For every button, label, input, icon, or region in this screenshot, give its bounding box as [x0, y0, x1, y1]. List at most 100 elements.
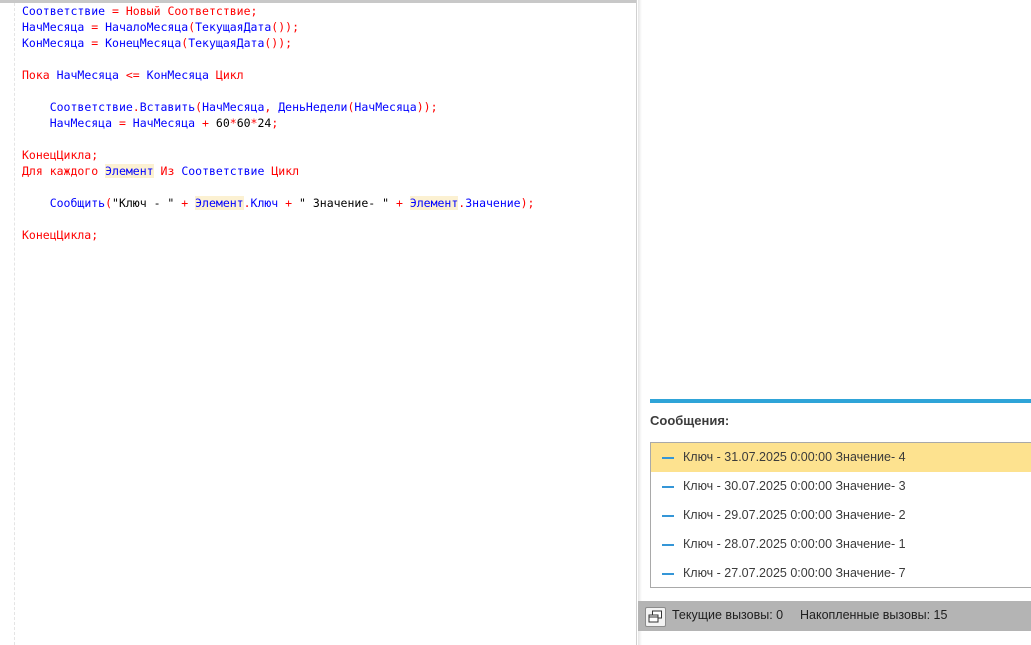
code-token: КонецЦикла; [22, 148, 99, 162]
code-token: Пока [22, 68, 50, 82]
code-text[interactable]: Соответствие = Новый Соответствие; НачМес… [22, 3, 534, 243]
code-token: ; [271, 116, 279, 130]
message-text: Ключ - 29.07.2025 0:00:00 Значение- 2 [683, 508, 906, 522]
code-token: НачалоМесяца [105, 20, 189, 34]
messages-panel: Сообщения: Ключ - 31.07.2025 0:00:00 Зна… [638, 0, 1031, 645]
code-token: 24 [257, 116, 272, 130]
code-token: Элемент [195, 196, 244, 210]
code-token: Для каждого [22, 164, 99, 178]
current-calls-text: Текущие вызовы: 0 [672, 608, 784, 622]
message-text: Ключ - 30.07.2025 0:00:00 Значение- 3 [683, 479, 906, 493]
code-token: + [389, 196, 410, 210]
code-token: Соответствие [181, 164, 265, 178]
status-bar: Текущие вызовы: 0 Накопленные вызовы: 15 [638, 601, 1031, 631]
code-line[interactable]: Соответствие = Новый Соответствие; [22, 3, 534, 19]
code-token: Сообщить [49, 196, 106, 210]
code-token: = [84, 36, 106, 50]
code-token: Соответствие [22, 4, 106, 18]
code-token: 60 [236, 116, 251, 130]
code-token: " Значение- " [299, 196, 390, 210]
code-token: КонецМесяца [105, 36, 182, 50]
code-token: ТекущаяДата [188, 36, 265, 50]
code-line[interactable] [22, 83, 534, 99]
code-line[interactable]: КонМесяца = КонецМесяца(ТекущаяДата()); [22, 35, 534, 51]
code-token: . [132, 100, 140, 114]
code-token: Из [160, 164, 175, 178]
code-token: НачМесяца [132, 116, 196, 130]
message-text: Ключ - 31.07.2025 0:00:00 Значение- 4 [683, 450, 906, 464]
code-token: = [84, 20, 106, 34]
accumulated-calls-text: Накопленные вызовы: 15 [800, 608, 948, 622]
message-item[interactable]: Ключ - 28.07.2025 0:00:00 Значение- 1 [651, 530, 1031, 559]
code-token: "Ключ - " [112, 196, 175, 210]
dash-icon [662, 544, 674, 546]
code-line[interactable]: Сообщить("Ключ - " + Элемент.Ключ + " Зн… [22, 195, 534, 211]
messages-list[interactable]: Ключ - 31.07.2025 0:00:00 Значение- 4 Кл… [650, 442, 1031, 588]
code-token: ()); [264, 36, 293, 50]
code-token: . [243, 196, 251, 210]
code-line[interactable]: НачМесяца = НачМесяца + 60*60*24; [22, 115, 534, 131]
code-line[interactable]: Пока НачМесяца <= КонМесяца Цикл [22, 67, 534, 83]
code-token: ); [520, 196, 535, 210]
code-token: = [105, 4, 126, 18]
code-token: НачМесяца [22, 20, 85, 34]
message-item[interactable]: Ключ - 29.07.2025 0:00:00 Значение- 2 [651, 501, 1031, 530]
code-token: ( [105, 196, 113, 210]
windows-button[interactable] [645, 607, 666, 627]
code-line[interactable] [22, 51, 534, 67]
dash-icon [662, 486, 674, 488]
code-token: НачМесяца [49, 116, 113, 130]
message-item[interactable]: Ключ - 30.07.2025 0:00:00 Значение- 3 [651, 472, 1031, 501]
code-line[interactable]: КонецЦикла; [22, 147, 534, 163]
code-line[interactable] [22, 211, 534, 227]
code-token: ТекущаяДата [195, 20, 272, 34]
panel-shadow [638, 0, 642, 645]
message-item[interactable]: Ключ - 27.07.2025 0:00:00 Значение- 7 [651, 559, 1031, 588]
message-text: Ключ - 28.07.2025 0:00:00 Значение- 1 [683, 537, 906, 551]
code-token: НачМесяца [56, 68, 119, 82]
code-token: ; [250, 4, 258, 18]
code-token: КонМесяца [22, 36, 85, 50]
code-token: Соответствие [167, 4, 251, 18]
code-line[interactable]: Для каждого Элемент Из Соответствие Цикл [22, 163, 534, 179]
code-token: * [229, 116, 237, 130]
windows-icon [648, 610, 662, 623]
code-token: = [112, 116, 133, 130]
code-line[interactable] [22, 131, 534, 147]
dash-icon [662, 457, 674, 459]
code-token: )); [416, 100, 438, 114]
code-line[interactable]: Соответствие.Вставить(НачМесяца, ДеньНед… [22, 99, 534, 115]
panel-splitter[interactable] [636, 0, 637, 645]
code-token: Ключ [250, 196, 279, 210]
code-token: <= [118, 68, 147, 82]
editor-gutter [0, 3, 15, 645]
code-token: + [195, 116, 216, 130]
message-item[interactable]: Ключ - 31.07.2025 0:00:00 Значение- 4 [651, 443, 1031, 472]
code-line[interactable]: НачМесяца = НачалоМесяца(ТекущаяДата()); [22, 19, 534, 35]
code-token: + [278, 196, 300, 210]
code-line[interactable]: КонецЦикла; [22, 227, 534, 243]
code-token: КонецЦикла; [22, 228, 99, 242]
code-token: КонМесяца [146, 68, 209, 82]
code-token: , [264, 100, 279, 114]
code-token: Цикл [271, 164, 300, 178]
messages-accent-bar [650, 399, 1031, 403]
code-editor[interactable]: Соответствие = Новый Соответствие; НачМес… [0, 0, 637, 645]
code-token: НачМесяца [202, 100, 265, 114]
code-token: Новый [125, 4, 161, 18]
code-line[interactable] [22, 179, 534, 195]
code-token: Значение [465, 196, 521, 210]
code-token: Соответствие [49, 100, 133, 114]
code-token: Цикл [215, 68, 244, 82]
code-token: 60 [215, 116, 230, 130]
dash-icon [662, 573, 674, 575]
code-token: ()); [271, 20, 299, 34]
messages-title: Сообщения: [650, 413, 730, 428]
dash-icon [662, 515, 674, 517]
